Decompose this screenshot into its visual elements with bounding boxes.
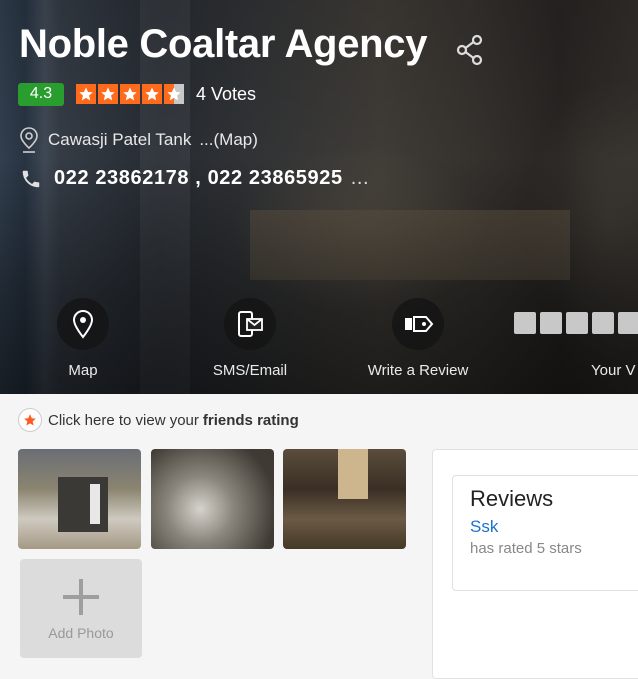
sms-email-icon bbox=[224, 298, 276, 350]
star-icon bbox=[76, 84, 96, 104]
half-star-icon bbox=[164, 84, 184, 104]
reviewer-rating-text: has rated 5 stars bbox=[470, 540, 582, 557]
write-review-action-label: Write a Review bbox=[367, 362, 469, 379]
business-photo[interactable] bbox=[151, 449, 274, 549]
business-title: Noble Coaltar Agency bbox=[19, 22, 428, 66]
action-bar: Map SMS/Email Write a Review Your V bbox=[0, 298, 638, 388]
add-photo-button[interactable]: Add Photo bbox=[20, 559, 142, 658]
reviews-card: Reviews Ssk has rated 5 stars bbox=[452, 475, 638, 591]
phone-row: 022 23862178 , 022 23865925 ... bbox=[20, 167, 369, 190]
phone-icon bbox=[22, 170, 40, 187]
map-action-button[interactable]: Map bbox=[23, 298, 143, 379]
star-rating[interactable] bbox=[76, 84, 186, 104]
hero-banner: Noble Coaltar Agency 4.3 4 Votes Cawasji… bbox=[0, 0, 638, 394]
plus-icon bbox=[63, 579, 99, 615]
friends-rating-bold: friends rating bbox=[202, 411, 299, 429]
photo-detail bbox=[90, 484, 100, 524]
your-rating-label: Your V bbox=[591, 362, 636, 379]
sms-email-action-button[interactable]: SMS/Email bbox=[190, 298, 310, 379]
phone-numbers[interactable]: 022 23862178 , 022 23865925 bbox=[54, 167, 343, 190]
pen-icon bbox=[392, 298, 444, 350]
rating-row: 4.3 4 Votes bbox=[18, 82, 256, 106]
business-photo[interactable] bbox=[18, 449, 141, 549]
phone-more[interactable]: ... bbox=[351, 167, 369, 190]
address-row: Cawasji Patel Tank ...(Map) bbox=[18, 126, 258, 154]
star-icon bbox=[142, 84, 162, 104]
map-link[interactable]: ...(Map) bbox=[199, 130, 258, 150]
rate-square[interactable] bbox=[540, 312, 562, 334]
votes-count[interactable]: 4 Votes bbox=[196, 84, 256, 105]
sms-email-action-label: SMS/Email bbox=[212, 362, 288, 379]
write-review-action-button[interactable]: Write a Review bbox=[358, 298, 478, 379]
map-action-label: Map bbox=[68, 362, 98, 379]
business-photo[interactable] bbox=[283, 449, 406, 549]
rating-badge: 4.3 bbox=[18, 82, 64, 106]
address-text: Cawasji Patel Tank bbox=[48, 130, 192, 149]
rate-squares[interactable] bbox=[514, 312, 638, 334]
photo-detail bbox=[58, 477, 108, 532]
star-icon bbox=[120, 84, 140, 104]
rate-square[interactable] bbox=[566, 312, 588, 334]
rate-square[interactable] bbox=[592, 312, 614, 334]
share-icon[interactable] bbox=[455, 34, 485, 66]
photo-detail bbox=[338, 449, 368, 499]
rate-square[interactable] bbox=[514, 312, 536, 334]
friends-rating-link[interactable]: Click here to view your friends rating bbox=[18, 408, 299, 432]
add-photo-label: Add Photo bbox=[48, 625, 114, 641]
location-pin-icon bbox=[20, 127, 38, 153]
star-icon bbox=[98, 84, 118, 104]
friends-rating-prefix: Click here to view your bbox=[48, 411, 199, 429]
reviewer-name-link[interactable]: Ssk bbox=[470, 517, 498, 537]
reviews-heading: Reviews bbox=[470, 486, 554, 511]
star-badge-icon bbox=[18, 408, 42, 432]
rate-square[interactable] bbox=[618, 312, 638, 334]
map-pin-icon bbox=[57, 298, 109, 350]
